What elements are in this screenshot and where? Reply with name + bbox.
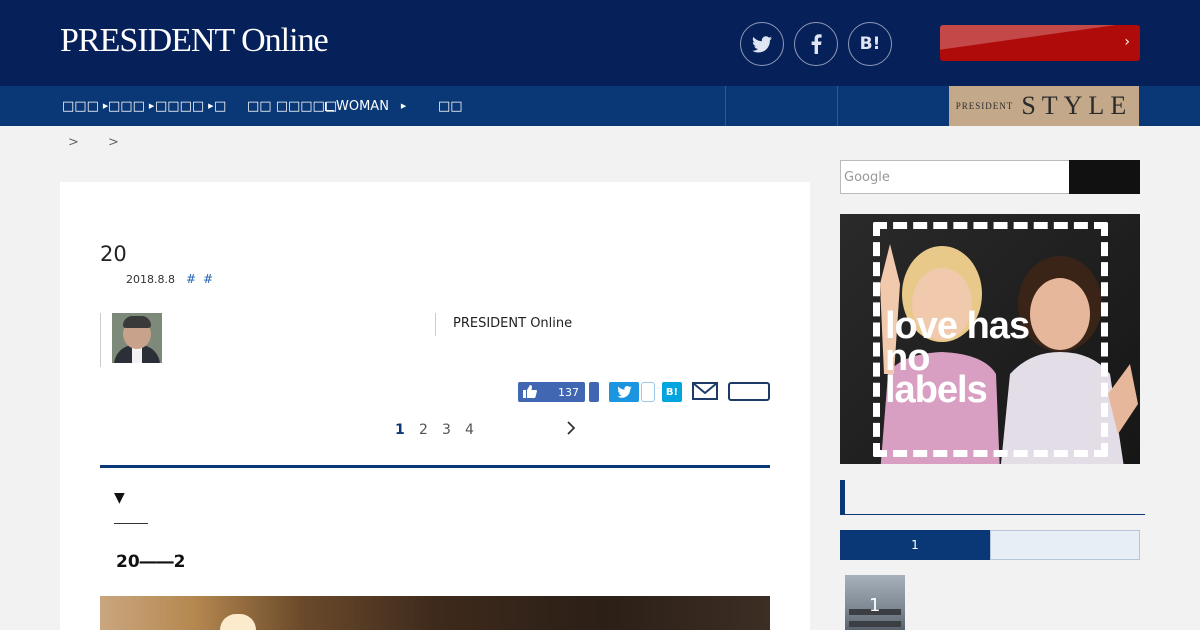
breadcrumb-separator: >: [68, 135, 79, 150]
publisher-name: PRESIDENT Online: [453, 316, 573, 331]
article-tag[interactable]: #: [186, 272, 196, 286]
article-photo: [100, 596, 770, 630]
mail-icon: [692, 382, 718, 400]
breadcrumb-separator: >: [108, 135, 119, 150]
twitter-follow-button[interactable]: [740, 22, 784, 66]
nav-item-label: □□□: [108, 98, 145, 114]
caret-right-icon: ▶: [148, 102, 155, 110]
nav-item-label: □□□: [62, 98, 99, 114]
photo-lamp: [220, 614, 256, 630]
page-link-1[interactable]: 1: [395, 422, 405, 438]
caret-right-icon: ▶: [208, 102, 214, 110]
nav-item-2[interactable]: □□□ ▶: [108, 86, 154, 126]
hatena-share-button[interactable]: B!: [662, 382, 682, 402]
advertisement-banner[interactable]: love has no labels: [840, 214, 1140, 464]
ranking-tab-inactive[interactable]: [990, 530, 1140, 560]
thumbnail-desk: [849, 621, 901, 627]
toc-underline: [114, 523, 148, 524]
chevron-right-icon: [567, 421, 576, 435]
style-brand-big: STYLE: [1021, 91, 1133, 120]
hatena-bookmark-icon: B!: [859, 34, 881, 54]
page-link-2[interactable]: 2: [419, 422, 428, 438]
mail-share-button[interactable]: [692, 382, 718, 400]
nav-item-3[interactable]: □□□□ ▶: [155, 86, 214, 126]
ad-headline: love has no labels: [885, 305, 1030, 411]
page-link-4[interactable]: 4: [465, 422, 474, 438]
section-rule: [100, 465, 770, 468]
ranking-tab-active[interactable]: 1: [840, 530, 990, 560]
avatar-hair: [123, 316, 151, 328]
nav-item-4[interactable]: □: [214, 86, 226, 126]
search-input[interactable]: [840, 160, 1070, 194]
nav-item-7[interactable]: □□: [438, 86, 463, 126]
nav-item-label: □□□□: [155, 98, 205, 114]
nav-item-woman[interactable]: WOMAN ▶: [325, 86, 406, 126]
site-logo[interactable]: PRESIDENT Online: [60, 22, 329, 60]
nav-item-label: WOMAN: [336, 98, 389, 114]
article-tag[interactable]: #: [203, 272, 213, 286]
article-subheading: 20――2: [116, 552, 186, 572]
nav-item-1[interactable]: □□□ ▶: [62, 86, 108, 126]
chevron-right-icon: ›: [1124, 34, 1130, 50]
nav-item-label: □□: [438, 98, 463, 114]
ranking-header-bar: [840, 480, 845, 515]
search-button[interactable]: [1069, 160, 1140, 194]
button-sheen: [940, 25, 1140, 61]
menu-corner-icon: [325, 101, 334, 111]
author-avatar[interactable]: [112, 313, 162, 363]
tweet-count-bubble[interactable]: [641, 382, 655, 402]
print-button[interactable]: [728, 382, 770, 401]
president-style-link[interactable]: PRESIDENT STYLE: [949, 86, 1139, 126]
twitter-share-button[interactable]: [609, 382, 639, 402]
ranking-number: 1: [869, 595, 881, 616]
next-page-button[interactable]: [566, 420, 576, 439]
twitter-icon: [616, 386, 632, 398]
twitter-icon: [752, 35, 772, 52]
nav-item-5[interactable]: □□ □□□□□: [247, 86, 337, 126]
nav-divider: [837, 86, 838, 126]
publisher-divider: [435, 313, 436, 336]
nav-divider: [725, 86, 726, 126]
facebook-follow-button[interactable]: [794, 22, 838, 66]
article-date: 2018.8.8: [126, 273, 175, 286]
ranking-header: [840, 480, 1145, 515]
facebook-icon: [811, 34, 822, 54]
like-count: 137: [558, 385, 579, 399]
site-header: PRESIDENT Online B! ›: [0, 0, 1200, 86]
nav-item-label: □□ □□□□□: [247, 98, 338, 114]
style-brand-small: PRESIDENT: [955, 101, 1014, 111]
facebook-like-button[interactable]: 137: [518, 382, 585, 402]
article-title: 20: [100, 242, 127, 266]
author-divider: [100, 313, 101, 367]
nav-item-label: □: [214, 98, 227, 114]
header-cta-button[interactable]: ›: [940, 25, 1140, 61]
page-link-3[interactable]: 3: [442, 422, 451, 438]
caret-right-icon: ▶: [400, 102, 407, 110]
toc-toggle-icon[interactable]: ▼: [114, 490, 125, 506]
hatena-bookmark-icon: B!: [665, 386, 679, 398]
hatena-follow-button[interactable]: B!: [848, 22, 892, 66]
facebook-share-button[interactable]: [589, 382, 599, 402]
thumbs-up-icon: [523, 385, 537, 398]
